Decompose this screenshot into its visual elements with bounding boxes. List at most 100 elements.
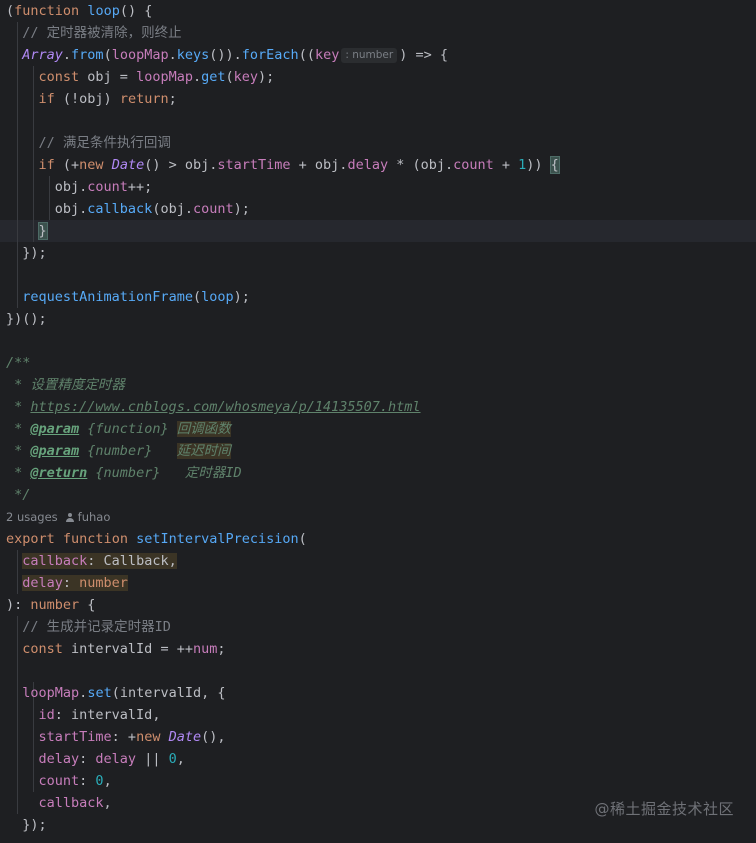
code-line[interactable]: delay: delay || 0,: [0, 748, 756, 770]
code-token: Date: [168, 729, 202, 745]
code-token: function: [14, 3, 80, 19]
code-line[interactable]: delay: number: [0, 572, 756, 594]
code-token: });: [6, 245, 47, 261]
code-line[interactable]: [0, 264, 756, 286]
author-name[interactable]: fuhao: [78, 510, 111, 524]
code-line[interactable]: // 满足条件执行回调: [0, 132, 756, 154]
code-line[interactable]: // 定时器被清除，则终止: [0, 22, 756, 44]
code-token: callback: [22, 553, 88, 569]
code-token: https://www.cnblogs.com/whosmeya/p/14135…: [30, 399, 421, 415]
code-line[interactable]: callback: Callback,: [0, 550, 756, 572]
code-token: id: [38, 707, 55, 723]
indent-guide: [17, 264, 18, 286]
code-line[interactable]: * @param {number} 延迟时间: [0, 440, 756, 462]
code-token: Date: [111, 157, 145, 173]
code-token: *: [6, 443, 31, 459]
code-line[interactable]: * 设置精度定时器: [0, 374, 756, 396]
usages-count[interactable]: 2 usages: [6, 510, 58, 524]
code-line[interactable]: [0, 110, 756, 132]
code-token: key: [233, 69, 259, 85]
code-token: Array: [22, 47, 63, 63]
code-token: {: [79, 597, 96, 613]
code-token: loop: [201, 289, 234, 305]
code-token: from: [71, 47, 104, 63]
code-line[interactable]: obj.count++;: [0, 176, 756, 198]
code-token: count: [453, 157, 494, 173]
code-line[interactable]: // 生成并记录定时器ID: [0, 616, 756, 638]
code-token: num: [192, 641, 218, 657]
code-token: requestAnimationFrame: [22, 289, 193, 305]
code-line[interactable]: export function setIntervalPrecision(: [0, 528, 756, 550]
code-line[interactable]: if (+new Date() > obj.startTime + obj.de…: [0, 154, 756, 176]
code-line[interactable]: }: [0, 220, 756, 242]
code-line[interactable]: });: [0, 242, 756, 264]
code-token: {: [549, 156, 560, 174]
code-token: (obj.: [152, 201, 193, 217]
code-token: number: [30, 597, 80, 613]
code-line[interactable]: * @return {number} 定时器ID: [0, 462, 756, 484]
code-line[interactable]: */: [0, 484, 756, 506]
code-token: * (obj.: [388, 157, 454, 173]
code-line[interactable]: const obj = loopMap.get(key);: [0, 66, 756, 88]
code-line[interactable]: ): number {: [0, 594, 756, 616]
code-line[interactable]: * https://www.cnblogs.com/whosmeya/p/141…: [0, 396, 756, 418]
code-line[interactable]: id: intervalId,: [0, 704, 756, 726]
code-token: }: [37, 222, 48, 240]
code-line[interactable]: obj.callback(obj.count);: [0, 198, 756, 220]
code-line[interactable]: startTime: +new Date(),: [0, 726, 756, 748]
code-token: ;: [217, 641, 226, 657]
code-token: ) => {: [399, 47, 448, 63]
code-line[interactable]: const intervalId = ++num;: [0, 638, 756, 660]
code-line[interactable]: [0, 660, 756, 682]
code-token: count: [192, 201, 234, 217]
code-token: * 设置精度定时器: [6, 377, 125, 393]
code-token: // 满足条件执行回调: [38, 135, 171, 151]
code-token: : Callback,: [87, 553, 177, 569]
code-token: startTime: [217, 157, 291, 173]
code-line[interactable]: (function loop() {: [0, 0, 756, 22]
code-token: set: [87, 685, 112, 701]
code-token: + obj.: [290, 157, 348, 173]
code-token: delay: [38, 751, 80, 767]
code-token: :: [62, 575, 80, 591]
code-token: );: [233, 201, 250, 217]
code-token: .: [168, 47, 177, 63]
code-token: number: [79, 575, 128, 591]
code-token: key: [314, 47, 340, 63]
code-token: .: [62, 47, 72, 63]
code-token: return: [119, 91, 169, 107]
code-line[interactable]: * @param {function} 回调函数: [0, 418, 756, 440]
indent-guide: [17, 660, 18, 682]
code-line[interactable]: /**: [0, 352, 756, 374]
code-token: (!obj): [54, 91, 120, 107]
code-token: // 生成并记录定时器ID: [22, 619, 171, 635]
code-line[interactable]: Array.from(loopMap.keys()).forEach((key:…: [0, 44, 756, 66]
code-line[interactable]: if (!obj) return;: [0, 88, 756, 110]
code-token: @param: [30, 443, 80, 459]
code-token: () > obj.: [144, 157, 218, 173]
usages-hint[interactable]: 2 usages fuhao: [0, 506, 756, 528]
code-line[interactable]: requestAnimationFrame(loop);: [0, 286, 756, 308]
code-editor[interactable]: (function loop() { // 定时器被清除，则终止 Array.f…: [0, 0, 756, 843]
code-line[interactable]: })();: [0, 308, 756, 330]
code-token: loop: [87, 3, 120, 19]
code-token: *: [6, 465, 31, 481]
code-line[interactable]: [0, 330, 756, 352]
code-token: forEach: [241, 47, 299, 63]
code-token: {function}: [79, 421, 177, 437]
code-token: delay: [95, 751, 137, 767]
code-line[interactable]: count: 0,: [0, 770, 756, 792]
code-token: 0: [95, 773, 104, 789]
code-token: // 定时器被清除，则终止: [22, 25, 182, 41]
code-token: ,: [176, 751, 185, 767]
code-line[interactable]: loopMap.set(intervalId, {: [0, 682, 756, 704]
code-token: */: [6, 487, 31, 503]
